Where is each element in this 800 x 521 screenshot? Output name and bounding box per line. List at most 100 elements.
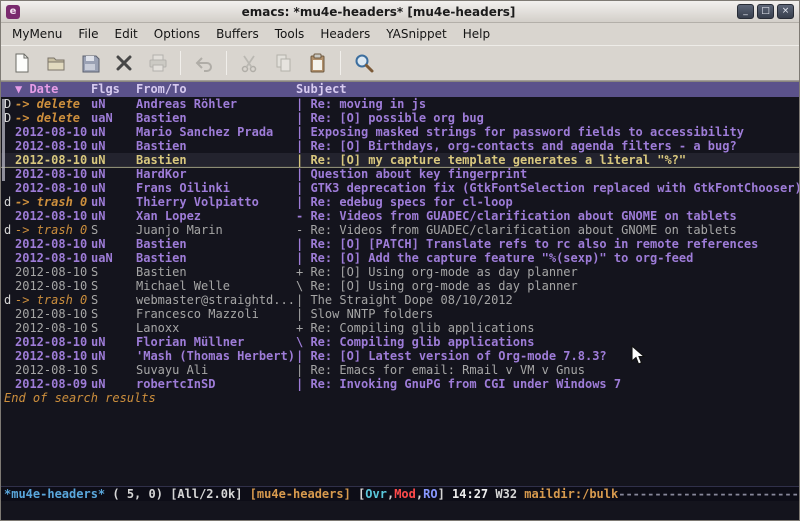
cell-from: Bastien xyxy=(136,237,296,251)
message-row[interactable]: 2012-08-10SLanoxx+ Re: Compiling glib ap… xyxy=(1,321,799,335)
cell-mark xyxy=(1,181,15,195)
print-buffer-button[interactable] xyxy=(142,49,173,78)
cell-date: 2012-08-10 xyxy=(15,237,91,251)
emacs-window: e emacs: *mu4e-headers* [mu4e-headers] _… xyxy=(0,0,800,521)
cell-mark xyxy=(1,377,15,391)
open-file-button[interactable] xyxy=(40,49,71,78)
message-row[interactable]: D-> deleteuaNBastien| Re: [O] possible o… xyxy=(1,111,799,125)
minimize-button[interactable]: _ xyxy=(737,4,754,19)
menu-item-edit[interactable]: Edit xyxy=(107,24,146,44)
buffer-area[interactable]: ▼ Date Flgs From/To Subject D-> deleteuN… xyxy=(1,81,799,486)
close-buffer-button[interactable] xyxy=(108,49,139,78)
new-file-button[interactable] xyxy=(6,49,37,78)
cell-flags: S xyxy=(91,279,136,293)
minibuffer[interactable] xyxy=(1,501,799,520)
copy-button[interactable] xyxy=(268,49,299,78)
cell-subject: | Re: [O] Birthdays, org-contacts and ag… xyxy=(296,139,799,153)
cell-mark: d xyxy=(1,293,15,307)
message-row[interactable]: 2012-08-10SMichael Welle\ Re: [O] Using … xyxy=(1,279,799,293)
save-icon xyxy=(79,52,101,74)
search-icon xyxy=(353,52,375,74)
header-mark-col xyxy=(1,82,15,97)
menu-item-options[interactable]: Options xyxy=(146,24,208,44)
cell-subject: - Re: Videos from GUADEC/clarification a… xyxy=(296,223,799,237)
menu-item-help[interactable]: Help xyxy=(455,24,498,44)
print-icon xyxy=(147,52,169,74)
cell-flags: uN xyxy=(91,153,136,167)
message-row[interactable]: 2012-08-10uNFlorian Müllner\ Re: Compili… xyxy=(1,335,799,349)
cell-date: 2012-08-10 xyxy=(15,363,91,377)
cut-icon xyxy=(239,52,261,74)
message-row[interactable]: 2012-08-09uNrobertcInSD| Re: Invoking Gn… xyxy=(1,377,799,391)
cell-mark xyxy=(1,279,15,293)
message-row[interactable]: 2012-08-10SFrancesco Mazzoli| Slow NNTP … xyxy=(1,307,799,321)
cell-mark: d xyxy=(1,223,15,237)
message-row[interactable]: d-> trash 0SJuanjo Marin- Re: Videos fro… xyxy=(1,223,799,237)
message-row[interactable]: 2012-08-10uNMario Sanchez Prada| Exposin… xyxy=(1,125,799,139)
message-row[interactable]: 2012-08-10uNBastien| Re: [O] Birthdays, … xyxy=(1,139,799,153)
message-row[interactable]: 2012-08-10uN'Mash (Thomas Herbert)| Re: … xyxy=(1,349,799,363)
close-button[interactable]: × xyxy=(777,4,794,19)
cell-from: Bastien xyxy=(136,265,296,279)
cell-from: Michael Welle xyxy=(136,279,296,293)
cell-from: 'Mash (Thomas Herbert) xyxy=(136,349,296,363)
message-row[interactable]: d-> trash 0uNThierry Volpiatto| Re: edeb… xyxy=(1,195,799,209)
cell-flags: uaN xyxy=(91,251,136,265)
scrollbar-thumb[interactable] xyxy=(2,99,5,181)
message-row[interactable]: 2012-08-10SBastien+ Re: [O] Using org-mo… xyxy=(1,265,799,279)
message-row[interactable]: d-> trash 0Swebmaster@straightd...| The … xyxy=(1,293,799,307)
toolbar-separator xyxy=(226,51,227,75)
message-row[interactable]: 2012-08-10uNBastien| Re: [O] [PATCH] Tra… xyxy=(1,237,799,251)
cut-button[interactable] xyxy=(234,49,265,78)
cell-date: -> trash 0 xyxy=(15,195,91,209)
cell-subject: + Re: Compiling glib applications xyxy=(296,321,799,335)
titlebar[interactable]: e emacs: *mu4e-headers* [mu4e-headers] _… xyxy=(1,1,799,23)
modeline-segment: *mu4e-headers* xyxy=(4,487,105,501)
menu-item-yasnippet[interactable]: YASnippet xyxy=(378,24,455,44)
cell-flags: uN xyxy=(91,97,136,111)
message-list: D-> deleteuNAndreas Röhler| Re: moving i… xyxy=(1,97,799,391)
message-row[interactable]: 2012-08-10uNXan Lopez- Re: Videos from G… xyxy=(1,209,799,223)
cell-from: Frans Oilinki xyxy=(136,181,296,195)
paste-button[interactable] xyxy=(302,49,333,78)
cell-from: Bastien xyxy=(136,153,296,167)
window-title: emacs: *mu4e-headers* [mu4e-headers] xyxy=(20,5,737,19)
cell-date: 2012-08-10 xyxy=(15,139,91,153)
search-button[interactable] xyxy=(348,49,379,78)
undo-button[interactable] xyxy=(188,49,219,78)
cell-from: Bastien xyxy=(136,111,296,125)
cell-date: 2012-08-10 xyxy=(15,209,91,223)
cell-from: Mario Sanchez Prada xyxy=(136,125,296,139)
cell-mark xyxy=(1,209,15,223)
modeline-segment: RO xyxy=(423,487,437,501)
cell-flags: uN xyxy=(91,167,136,181)
cell-subject: \ Re: [O] Using org-mode as day planner xyxy=(296,279,799,293)
menu-item-mymenu[interactable]: MyMenu xyxy=(4,24,70,44)
cell-mark xyxy=(1,265,15,279)
cell-date: -> trash 0 xyxy=(15,293,91,307)
cell-mark xyxy=(1,307,15,321)
window-icon[interactable]: e xyxy=(6,5,20,19)
message-row[interactable]: 2012-08-10uNBastien| Re: [O] my capture … xyxy=(1,153,799,167)
cell-subject: | Re: [O] possible org bug xyxy=(296,111,799,125)
message-row[interactable]: 2012-08-10uaNBastien| Re: [O] Add the ca… xyxy=(1,251,799,265)
message-row[interactable]: D-> deleteuNAndreas Röhler| Re: moving i… xyxy=(1,97,799,111)
cell-flags: S xyxy=(91,265,136,279)
cell-subject: + Re: [O] Using org-mode as day planner xyxy=(296,265,799,279)
cell-from: Bastien xyxy=(136,139,296,153)
message-row[interactable]: 2012-08-10SSuvayu Ali| Re: Emacs for ema… xyxy=(1,363,799,377)
cell-flags: uN xyxy=(91,139,136,153)
mode-line[interactable]: *mu4e-headers* ( 5, 0) [All/2.0k] [mu4e-… xyxy=(1,486,799,501)
menu-item-tools[interactable]: Tools xyxy=(267,24,313,44)
menu-item-file[interactable]: File xyxy=(70,24,106,44)
new-file-icon xyxy=(11,52,33,74)
message-row[interactable]: 2012-08-10uNHardKor| Question about key … xyxy=(1,167,799,181)
maximize-button[interactable]: □ xyxy=(757,4,774,19)
save-buffer-button[interactable] xyxy=(74,49,105,78)
message-row[interactable]: 2012-08-10uNFrans Oilinki| GTK3 deprecat… xyxy=(1,181,799,195)
cell-date: 2012-08-10 xyxy=(15,335,91,349)
menu-item-headers[interactable]: Headers xyxy=(312,24,378,44)
modeline-segment: ] xyxy=(438,487,452,501)
cell-subject: \ Re: Compiling glib applications xyxy=(296,335,799,349)
menu-item-buffers[interactable]: Buffers xyxy=(208,24,267,44)
